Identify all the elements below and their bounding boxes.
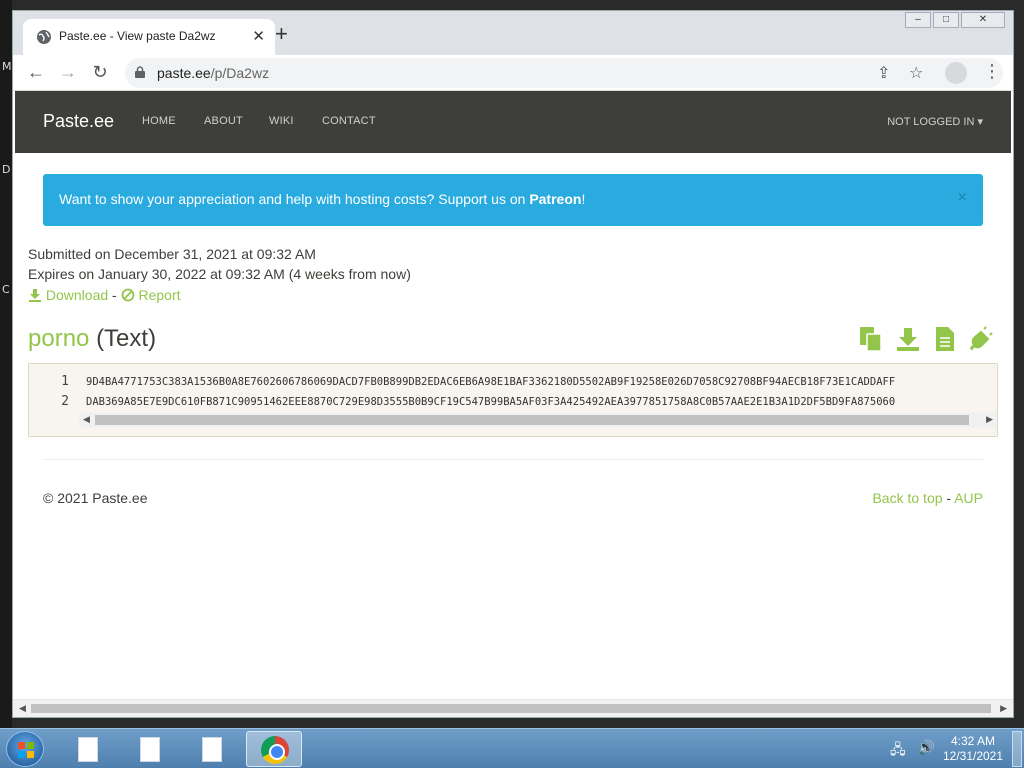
scroll-thumb[interactable] [95, 415, 969, 425]
url-path: /p/Da2wz [210, 65, 270, 81]
page-scroll-right-icon[interactable]: ▶ [1000, 703, 1007, 714]
code-viewer[interactable]: 1 2 9D4BA4771753C383A1536B0A8E7602606786… [28, 363, 998, 437]
browser-tab[interactable]: Paste.ee - View paste Da2wz ✕ [23, 19, 275, 55]
system-tray: 🖧 🔊 [890, 739, 935, 763]
paste-links: Download - Report [28, 287, 181, 303]
plugin-icon[interactable] [970, 326, 994, 352]
site-brand[interactable]: Paste.ee [43, 111, 114, 132]
link-separator: - [112, 287, 117, 303]
report-icon [121, 288, 135, 302]
nav-wiki[interactable]: WIKI [269, 115, 294, 127]
taskbar-file-item[interactable] [184, 731, 240, 767]
title-bar: Paste.ee - View paste Da2wz ✕ + – □ ✕ [13, 11, 1013, 55]
page-horizontal-scrollbar[interactable]: ◀ ▶ [13, 699, 1013, 717]
reload-icon[interactable]: ↻ [89, 62, 111, 82]
taskbar-file-item[interactable] [122, 731, 178, 767]
url-text[interactable]: paste.ee/p/Da2wz [157, 65, 269, 81]
clock[interactable]: 4:32 AM 12/31/2021 [936, 734, 1010, 764]
footer-copyright: © 2021 Paste.ee [43, 490, 148, 506]
desktop-edge: M D C [0, 0, 12, 728]
download-action-icon[interactable] [896, 326, 920, 352]
profile-avatar-icon[interactable] [945, 62, 967, 84]
footer-links: Back to top - AUP [872, 490, 983, 506]
url-host: paste.ee [157, 65, 211, 81]
report-link[interactable]: Report [139, 287, 181, 303]
footer-separator: - [946, 490, 952, 506]
start-button[interactable] [6, 731, 44, 767]
code-line: 9D4BA4771753C383A1536B0A8E7602606786069D… [86, 376, 896, 388]
chrome-icon [261, 736, 289, 764]
share-icon[interactable]: ⇪ [877, 63, 890, 83]
desktop-edge-letter: C [2, 283, 10, 296]
network-icon[interactable]: 🖧 [890, 739, 906, 763]
aup-link[interactable]: AUP [954, 490, 983, 506]
maximize-button[interactable]: □ [933, 12, 959, 28]
copy-icon[interactable] [859, 326, 883, 352]
close-window-button[interactable]: ✕ [961, 12, 1005, 28]
document-icon [140, 737, 160, 762]
globe-icon [37, 30, 51, 44]
page-content: Paste.ee HOME ABOUT WIKI CONTACT NOT LOG… [13, 91, 1011, 699]
code-content[interactable]: 9D4BA4771753C383A1536B0A8E7602606786069D… [86, 372, 997, 412]
taskbar-file-item[interactable] [60, 731, 116, 767]
submitted-date: Submitted on December 31, 2021 at 09:32 … [28, 246, 316, 262]
download-link[interactable]: Download [46, 287, 108, 303]
paste-name: porno [28, 325, 90, 352]
minimize-button[interactable]: – [905, 12, 931, 28]
expires-date: Expires on January 30, 2022 at 09:32 AM … [28, 266, 411, 282]
bookmark-star-icon[interactable]: ☆ [909, 63, 923, 83]
tab-close-icon[interactable]: ✕ [252, 27, 265, 45]
line-numbers: 1 2 [29, 372, 73, 412]
back-to-top-link[interactable]: Back to top [872, 490, 942, 506]
window-controls: – □ ✕ [905, 12, 1005, 28]
scroll-left-icon[interactable]: ◀ [83, 414, 90, 425]
document-icon [78, 737, 98, 762]
paste-actions [859, 326, 994, 352]
code-line: DAB369A85E7E9DC610FB871C90951462EEE8870C… [86, 396, 896, 408]
paste-title: porno (Text) [28, 325, 156, 353]
line-number: 1 [61, 374, 69, 389]
paste-type: (Text) [96, 325, 157, 352]
alert-close-icon[interactable]: × [958, 189, 967, 207]
patreon-alert: Want to show your appreciation and help … [43, 174, 983, 226]
patreon-link[interactable]: Patreon [529, 191, 581, 207]
taskbar: 🖧 🔊 4:32 AM 12/31/2021 [0, 728, 1024, 768]
site-navbar: Paste.ee HOME ABOUT WIKI CONTACT NOT LOG… [15, 91, 1011, 153]
back-icon[interactable]: ← [25, 62, 47, 82]
scroll-right-icon[interactable]: ▶ [986, 414, 993, 425]
alert-message: Want to show your appreciation and help … [59, 191, 585, 207]
forward-icon[interactable]: → [57, 62, 79, 82]
divider [43, 459, 983, 460]
nav-home[interactable]: HOME [142, 115, 176, 127]
code-horizontal-scrollbar[interactable]: ◀ ▶ [79, 412, 997, 428]
show-desktop-button[interactable] [1012, 731, 1022, 767]
tab-title: Paste.ee - View paste Da2wz [59, 29, 216, 43]
page-scroll-thumb[interactable] [31, 704, 991, 713]
clock-time: 4:32 AM [950, 734, 996, 748]
lock-icon [135, 66, 145, 78]
browser-window: Paste.ee - View paste Da2wz ✕ + – □ ✕ ← … [12, 10, 1014, 718]
address-bar[interactable]: paste.ee/p/Da2wz ⇪ ☆ [125, 58, 1003, 88]
alert-text: Want to show your appreciation and help … [59, 191, 530, 207]
new-tab-icon[interactable]: + [275, 23, 295, 45]
nav-about[interactable]: ABOUT [204, 115, 243, 127]
account-dropdown[interactable]: NOT LOGGED IN ▾ [887, 115, 983, 128]
volume-icon[interactable]: 🔊 [918, 739, 935, 763]
document-icon [202, 737, 222, 762]
clock-date: 12/31/2021 [942, 749, 1004, 763]
nav-contact[interactable]: CONTACT [322, 115, 376, 127]
windows-logo-icon [18, 742, 34, 758]
desktop-edge-letter: D [2, 163, 11, 176]
line-number: 2 [61, 394, 69, 409]
desktop-edge-letter: M [2, 60, 12, 73]
download-icon [29, 289, 41, 302]
raw-file-icon[interactable] [933, 326, 957, 352]
page-scroll-left-icon[interactable]: ◀ [19, 703, 26, 714]
browser-toolbar: ← → ↻ paste.ee/p/Da2wz ⇪ ☆ ⋮ [13, 55, 1013, 91]
menu-kebab-icon[interactable]: ⋮ [983, 61, 1001, 82]
alert-suffix: ! [581, 191, 586, 207]
taskbar-chrome-item[interactable] [246, 731, 302, 767]
